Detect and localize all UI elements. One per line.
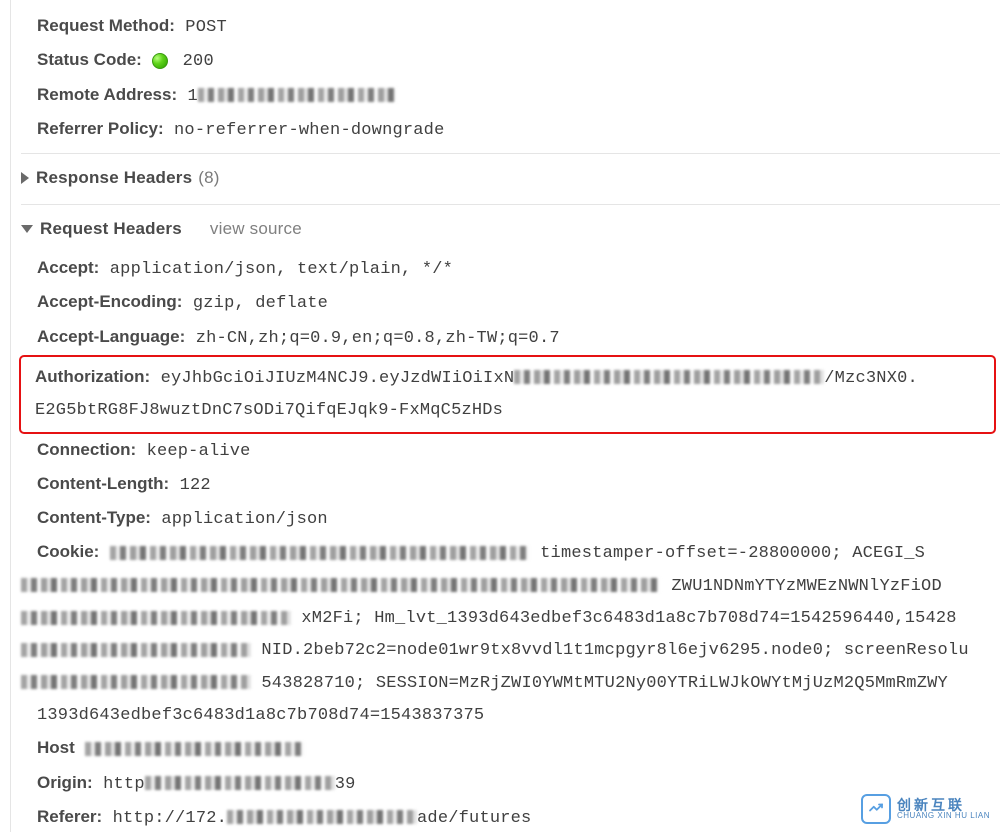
cookie-cont-4: 543828710; SESSION=MzRjZWI0YWMtMTU2Ny00Y… [21,668,1000,700]
origin-label: Origin: [37,773,93,792]
authorization-highlight: Authorization: eyJhbGciOiJIUzM4NCJ9.eyJz… [19,355,996,434]
content-length-label: Content-Length: [37,474,169,493]
remote-address-row: Remote Address: 1 [21,79,1000,113]
censored-text [145,776,335,790]
cookie-frag4: NID.2beb72c2=node01wr9tx8vvdl1t1mcpgyr8l… [261,641,968,660]
origin-prefix: http [103,775,145,794]
censored-text [21,611,291,625]
request-headers-toggle[interactable]: Request Headers view source [21,213,302,245]
response-headers-title: Response Headers [36,162,192,194]
authorization-value-line1: eyJhbGciOiJIUzM4NCJ9.eyJzdWIiOiIxN/Mzc3N… [161,369,918,388]
connection-row: Connection: keep-alive [21,434,1000,468]
authorization-suffix: /Mzc3NX0. [824,369,918,388]
accept-label: Accept: [37,258,99,277]
origin-row: Origin: http 39 [21,767,1000,801]
authorization-row: Authorization: eyJhbGciOiJIUzM4NCJ9.eyJz… [35,361,990,395]
watermark-text: 创新互联 CHUANG XIN HU LIAN [897,798,990,821]
cookie-cont-1: ZWU1NDNmYTYzMWEzNWNlYzFiOD [21,571,1000,603]
cookie-frag1: timestamper-offset=-28800000; ACEGI_S [540,544,925,563]
request-headers-list: Accept: application/json, text/plain, */… [21,246,1000,832]
watermark: 创新互联 CHUANG XIN HU LIAN [861,794,990,824]
connection-value: keep-alive [147,442,251,461]
status-code-value: 200 [183,52,214,71]
censored-text [21,578,661,592]
watermark-logo-icon [861,794,891,824]
origin-suffix: 39 [335,775,356,794]
request-headers-title: Request Headers [40,213,182,245]
response-headers-section[interactable]: Response Headers (8) [21,153,1000,197]
request-method-label: Request Method: [37,16,175,35]
status-code-row: Status Code: 200 [21,44,1000,78]
view-source-link[interactable]: view source [210,213,302,245]
watermark-en: CHUANG XIN HU LIAN [897,812,990,821]
cookie-frag6: 1393d643edbef3c6483d1a8c7b708d74=1543837… [37,706,484,725]
chevron-right-icon [21,172,29,184]
response-headers-count: (8) [198,162,219,194]
status-code-label: Status Code: [37,50,142,69]
accept-language-label: Accept-Language: [37,327,185,346]
cookie-row: Cookie: timestamper-offset=-28800000; AC… [21,536,1000,570]
host-label: Host [37,738,75,757]
accept-value: application/json, text/plain, */* [110,260,453,279]
request-method-row: Request Method: POST [21,10,1000,44]
censored-text [85,742,305,756]
censored-text [110,546,530,560]
cookie-cont-3: NID.2beb72c2=node01wr9tx8vvdl1t1mcpgyr8l… [21,635,1000,667]
host-row: Host [21,732,1000,766]
content-type-label: Content-Type: [37,508,151,527]
request-method-value: POST [185,18,227,37]
referer-value: http://172. ade/futures [113,809,532,828]
remote-address-value: 1 [188,87,398,106]
cookie-frag2: ZWU1NDNmYTYzMWEzNWNlYzFiOD [671,577,941,596]
content-type-value: application/json [161,510,327,529]
general-section: Request Method: POST Status Code: 200 Re… [21,10,1000,147]
referer-label: Referer: [37,807,102,826]
accept-encoding-value: gzip, deflate [193,294,328,313]
status-ok-icon [152,53,168,69]
origin-value: http 39 [103,775,355,794]
referer-prefix: http://172. [113,809,227,828]
accept-language-row: Accept-Language: zh-CN,zh;q=0.9,en;q=0.8… [21,321,1000,355]
content-type-row: Content-Type: application/json [21,502,1000,536]
authorization-label: Authorization: [35,367,150,386]
authorization-prefix: eyJhbGciOiJIUzM4NCJ9.eyJzdWIiOiIxN [161,369,515,388]
cookie-cont-2: xM2Fi; Hm_lvt_1393d643edbef3c6483d1a8c7b… [21,603,1000,635]
chevron-down-icon [21,225,33,233]
referrer-policy-label: Referrer Policy: [37,119,164,138]
referer-row: Referer: http://172. ade/futures [21,801,1000,832]
request-headers-section: Request Headers view source Accept: appl… [21,204,1000,832]
cookie-cont-5: 1393d643edbef3c6483d1a8c7b708d74=1543837… [21,700,1000,732]
connection-label: Connection: [37,440,136,459]
referrer-policy-row: Referrer Policy: no-referrer-when-downgr… [21,113,1000,147]
accept-language-value: zh-CN,zh;q=0.9,en;q=0.8,zh-TW;q=0.7 [196,329,560,348]
censored-text [514,370,824,384]
remote-address-label: Remote Address: [37,85,177,104]
cookie-label: Cookie: [37,542,99,561]
accept-encoding-label: Accept-Encoding: [37,292,182,311]
censored-text [227,810,417,824]
authorization-value-line2: E2G5btRG8FJ8wuztDnC7sODi7QifqEJqk9-FxMqC… [35,395,990,427]
devtools-headers-panel: Request Method: POST Status Code: 200 Re… [10,0,1000,832]
censored-text [198,88,398,102]
censored-text [21,675,251,689]
cookie-frag5: 543828710; SESSION=MzRjZWI0YWMtMTU2Ny00Y… [261,674,948,693]
referer-suffix: ade/futures [417,809,531,828]
referrer-policy-value: no-referrer-when-downgrade [174,121,444,140]
cookie-frag3: xM2Fi; Hm_lvt_1393d643edbef3c6483d1a8c7b… [301,609,956,628]
content-length-row: Content-Length: 122 [21,468,1000,502]
content-length-value: 122 [180,476,211,495]
accept-encoding-row: Accept-Encoding: gzip, deflate [21,286,1000,320]
censored-text [21,643,251,657]
cookie-value: timestamper-offset=-28800000; ACEGI_S [110,544,925,563]
response-headers-toggle[interactable]: Response Headers (8) [21,162,220,194]
remote-address-prefix: 1 [188,87,198,106]
accept-row: Accept: application/json, text/plain, */… [21,252,1000,286]
watermark-cn: 创新互联 [897,798,990,812]
